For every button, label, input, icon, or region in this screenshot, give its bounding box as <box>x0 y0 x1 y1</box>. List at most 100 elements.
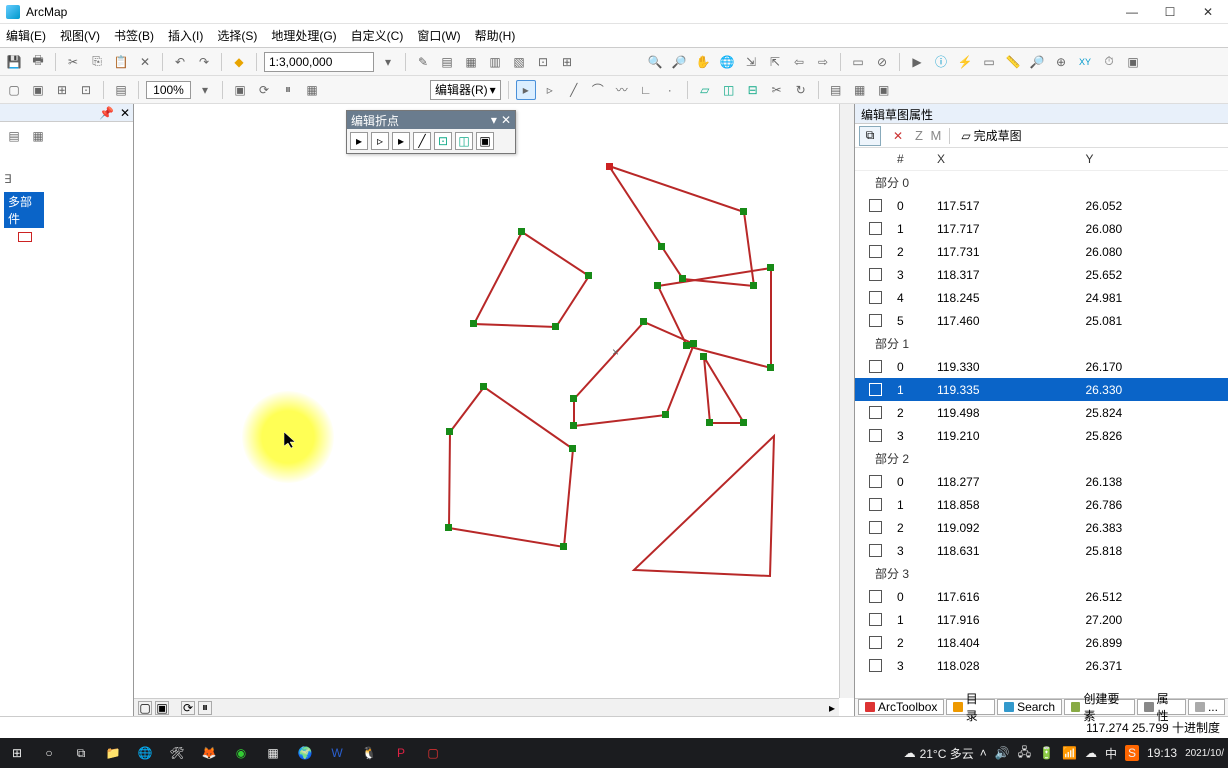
forward-icon[interactable]: ⇨ <box>813 52 833 72</box>
taskview-icon[interactable]: ⧉ <box>68 740 94 766</box>
menu-view[interactable]: 视图(V) <box>60 27 100 44</box>
minimize-button[interactable]: — <box>1118 5 1146 19</box>
modelbuilder-icon[interactable]: ⊡ <box>533 52 553 72</box>
add-vertex-icon[interactable]: ▹ <box>371 132 389 150</box>
delete-vertex-icon[interactable]: ▸ <box>392 132 410 150</box>
cut-icon[interactable]: ✂ <box>63 52 83 72</box>
maximize-button[interactable]: ☐ <box>1156 5 1184 19</box>
cut-polygons-icon[interactable]: ⊟ <box>743 80 763 100</box>
arc-segment-icon[interactable]: ⌒ <box>588 80 608 100</box>
pin-icon[interactable]: 📌 <box>99 106 114 120</box>
checkbox-icon[interactable] <box>869 659 882 672</box>
add-data-icon[interactable]: ◆ <box>229 52 249 72</box>
tab-more[interactable]: ... <box>1188 699 1225 715</box>
trace-icon[interactable]: 〰 <box>612 80 632 100</box>
vertex-row[interactable]: 1119.33526.330 <box>855 378 1228 401</box>
layout-icon4[interactable]: ⊡ <box>76 80 96 100</box>
create-viewer-icon[interactable]: ▣ <box>1123 52 1143 72</box>
editor-dropdown[interactable]: 编辑器(R)▾ <box>430 80 501 100</box>
checkbox-icon[interactable] <box>869 613 882 626</box>
tab-search[interactable]: Search <box>997 699 1062 715</box>
select-tool-icon[interactable]: ⧉ <box>859 126 881 146</box>
fixed-zoom-out-icon[interactable]: ⇱ <box>765 52 785 72</box>
hyperlink-icon[interactable]: ⚡ <box>955 52 975 72</box>
edit-annotation-icon[interactable]: ▹ <box>540 80 560 100</box>
vertex-row[interactable]: 3118.02826.371 <box>855 654 1228 677</box>
finish-sketch-button[interactable]: ▱ 完成草图 <box>956 126 1026 145</box>
vertex-row[interactable]: 3118.31725.652 <box>855 263 1228 286</box>
split-icon[interactable]: ✂ <box>767 80 787 100</box>
app-icon-3[interactable]: ▦ <box>260 740 286 766</box>
search-window-icon[interactable]: ▥ <box>485 52 505 72</box>
toc-icon[interactable]: ▤ <box>437 52 457 72</box>
checkbox-icon[interactable] <box>869 590 882 603</box>
checkbox-icon[interactable] <box>869 199 882 212</box>
identify-icon[interactable]: ⓘ <box>931 52 951 72</box>
menu-customize[interactable]: 自定义(C) <box>351 27 404 44</box>
clear-selection-icon[interactable]: ⊘ <box>872 52 892 72</box>
data-frame-icon[interactable]: ▣ <box>230 80 250 100</box>
vertex-row[interactable]: 1117.71726.080 <box>855 217 1228 240</box>
undo-icon[interactable]: ↶ <box>170 52 190 72</box>
fixed-zoom-in-icon[interactable]: ⇲ <box>741 52 761 72</box>
modify-vertex-icon[interactable]: ▸ <box>350 132 368 150</box>
select-features-icon[interactable]: ▭ <box>848 52 868 72</box>
checkbox-icon[interactable] <box>869 383 882 396</box>
tray-chevron-icon[interactable]: ˄ <box>980 746 987 760</box>
vertex-row[interactable]: 3119.21025.826 <box>855 424 1228 447</box>
back-icon[interactable]: ⇦ <box>789 52 809 72</box>
scroll-right-icon[interactable]: ▸ <box>829 701 835 715</box>
checkbox-icon[interactable] <box>869 544 882 557</box>
clock-time[interactable]: 19:13 <box>1147 746 1177 760</box>
menu-bookmarks[interactable]: 书签(B) <box>114 27 154 44</box>
tray-volume-icon[interactable]: 🔊 <box>995 746 1010 760</box>
menu-selection[interactable]: 选择(S) <box>217 27 257 44</box>
vertex-row[interactable]: 3118.63125.818 <box>855 539 1228 562</box>
tray-ime-icon[interactable]: 中 <box>1105 745 1117 762</box>
menu-window[interactable]: 窗口(W) <box>417 27 460 44</box>
vertex-row[interactable]: 2117.73126.080 <box>855 240 1228 263</box>
vertex-row[interactable]: 1118.85826.786 <box>855 493 1228 516</box>
close-toc-icon[interactable]: ✕ <box>120 106 130 120</box>
map-canvas[interactable]: × 编辑折点 ▾ ✕ ▸ ▹ ▸ ╱ ⊡ ◫ ▣ <box>134 104 855 716</box>
qq-icon[interactable]: 🐧 <box>356 740 382 766</box>
vertex-row[interactable]: 0118.27726.138 <box>855 470 1228 493</box>
checkbox-icon[interactable] <box>869 406 882 419</box>
toc-selected-layer[interactable]: 多部件 <box>4 192 44 228</box>
app-icon-1[interactable]: 🛠 <box>164 740 190 766</box>
tab-create-features[interactable]: 创建要素 <box>1064 699 1135 715</box>
redo-icon[interactable]: ↷ <box>194 52 214 72</box>
recorder-icon[interactable]: ▢ <box>420 740 446 766</box>
tray-network-icon[interactable]: 🖧 <box>1018 743 1031 764</box>
sketch-symbol-icon[interactable]: ◫ <box>455 132 473 150</box>
time-slider-icon[interactable]: ⏱ <box>1099 52 1119 72</box>
layout-icon5[interactable]: ▤ <box>111 80 131 100</box>
float-close-icon[interactable]: ✕ <box>501 113 511 127</box>
explorer-icon[interactable]: 📁 <box>100 740 126 766</box>
reshape-icon[interactable]: ◫ <box>719 80 739 100</box>
checkbox-icon[interactable] <box>869 475 882 488</box>
layout-icon2[interactable]: ▣ <box>28 80 48 100</box>
tray-sogou-icon[interactable]: S <box>1125 745 1139 761</box>
part-header[interactable]: 部分 2 <box>855 447 1228 470</box>
refresh-icon[interactable]: ⟳ <box>181 701 195 715</box>
layout-view-icon[interactable]: ▣ <box>155 701 169 715</box>
pause-icon[interactable]: ⏸ <box>198 701 212 715</box>
html-popup-icon[interactable]: ▭ <box>979 52 999 72</box>
menu-geoprocessing[interactable]: 地理处理(G) <box>271 27 336 44</box>
straight-segment-icon[interactable]: ╱ <box>564 80 584 100</box>
checkbox-icon[interactable] <box>869 636 882 649</box>
lock-icon[interactable]: ▦ <box>302 80 322 100</box>
create-features-icon[interactable]: ▣ <box>874 80 894 100</box>
app-icon-2[interactable]: ◉ <box>228 740 254 766</box>
continue-feature-icon[interactable]: ╱ <box>413 132 431 150</box>
chrome-icon[interactable]: 🌐 <box>132 740 158 766</box>
midpoint-icon[interactable]: · <box>660 80 680 100</box>
vertex-row[interactable]: 0117.61626.512 <box>855 585 1228 608</box>
vertex-row[interactable]: 2119.49825.824 <box>855 401 1228 424</box>
word-icon[interactable]: W <box>324 740 350 766</box>
cortana-icon[interactable]: ○ <box>36 740 62 766</box>
zoom-in-icon[interactable]: 🔍 <box>645 52 665 72</box>
edit-vertices-toolbar[interactable]: 编辑折点 ▾ ✕ ▸ ▹ ▸ ╱ ⊡ ◫ ▣ <box>346 110 516 154</box>
vertex-row[interactable]: 4118.24524.981 <box>855 286 1228 309</box>
